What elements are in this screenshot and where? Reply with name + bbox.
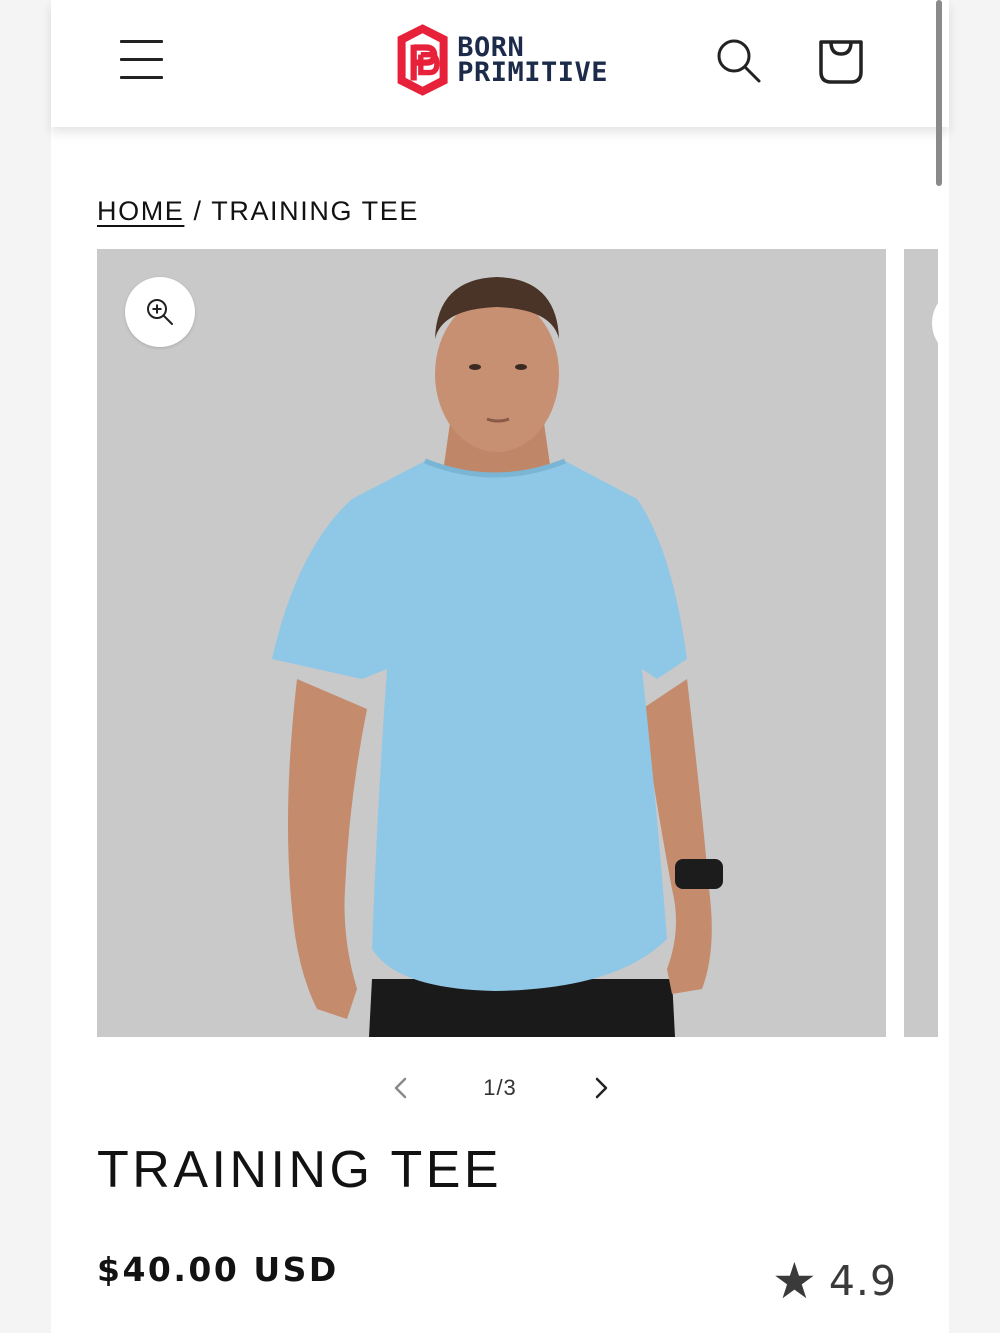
menu-icon-bar-top	[120, 40, 163, 43]
menu-icon-bar-middle	[120, 58, 163, 61]
menu-button[interactable]	[120, 38, 164, 82]
star-icon: ★	[772, 1252, 817, 1310]
brand-shield-icon	[397, 24, 448, 96]
product-price: $40.00 USD	[97, 1250, 339, 1289]
breadcrumb-current: TRAINING TEE	[211, 196, 419, 226]
rating-value: 4.9	[828, 1257, 898, 1305]
menu-icon-bar-bottom	[120, 76, 163, 79]
cart-button[interactable]	[815, 34, 867, 86]
chevron-right-icon	[595, 1077, 608, 1099]
breadcrumb-home-link[interactable]: HOME	[97, 196, 184, 226]
slider-next-button[interactable]	[586, 1073, 616, 1103]
zoom-in-icon	[147, 299, 173, 325]
chevron-left-icon	[394, 1077, 407, 1099]
site-header: BORN PRIMITIVE	[51, 0, 949, 127]
breadcrumb: HOME / TRAINING TEE	[97, 196, 419, 227]
next-image-zoom-button	[932, 287, 938, 359]
product-rating[interactable]: ★ 4.9	[772, 1256, 897, 1306]
scrollbar-thumb[interactable]	[936, 0, 942, 186]
next-product-image-preview[interactable]	[904, 249, 938, 1037]
breadcrumb-separator: /	[193, 196, 203, 226]
product-image[interactable]	[97, 249, 886, 1037]
brand-name-line2: PRIMITIVE	[457, 57, 608, 88]
slider-counter: 1/3	[483, 1075, 517, 1100]
brand-wordmark: BORN PRIMITIVE	[457, 34, 608, 88]
cart-icon	[819, 40, 863, 84]
brand-logo[interactable]: BORN PRIMITIVE	[394, 16, 608, 104]
search-icon	[717, 39, 761, 83]
product-title: TRAINING TEE	[97, 1141, 503, 1199]
image-slider-controls: 1/3	[380, 1065, 620, 1111]
slider-prev-button[interactable]	[386, 1073, 416, 1103]
search-button[interactable]	[714, 36, 764, 86]
product-photo-model	[272, 277, 723, 1037]
zoom-button[interactable]	[125, 277, 195, 347]
